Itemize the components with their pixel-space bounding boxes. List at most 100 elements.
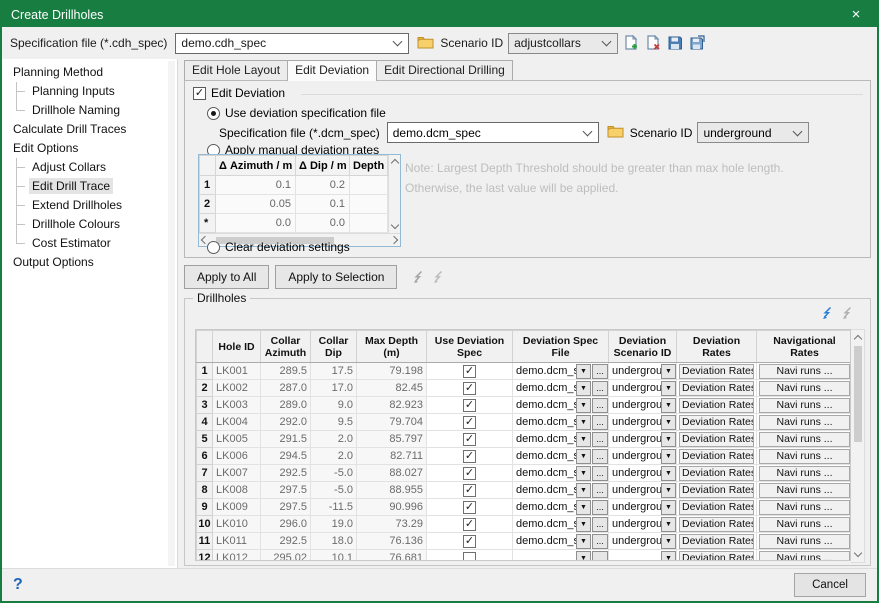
grid-cell-use-deviation-spec[interactable]: ✓ [427, 448, 513, 465]
delete-spec-icon[interactable] [643, 34, 662, 53]
grid-row-number[interactable]: 3 [197, 397, 213, 414]
save-icon[interactable] [665, 34, 684, 53]
grid-checkbox[interactable]: ✓ [463, 433, 476, 446]
navi-runs-button[interactable]: Navi runs ... [759, 364, 850, 379]
lightning-apply-icon[interactable] [411, 270, 425, 284]
scenario-id-combo[interactable]: adjustcollars [508, 33, 618, 54]
deviation-rates-button[interactable]: Deviation Rates... [679, 432, 754, 447]
chevron-down-icon[interactable] [602, 37, 612, 47]
grid-vscrollbar[interactable] [851, 329, 865, 563]
browse-button[interactable]: ... [592, 381, 608, 396]
grid-col-header-navigational-rates[interactable]: Navigational Rates [757, 331, 852, 363]
radio-clear-settings[interactable]: Clear deviation settings [207, 240, 350, 254]
grid-cell-use-deviation-spec[interactable]: ✓ [427, 516, 513, 533]
browse-button[interactable]: ... [592, 483, 608, 498]
edit-deviation-checkbox-row[interactable]: ✓ Edit Deviation [193, 86, 285, 100]
folder-icon[interactable] [417, 35, 434, 52]
navi-runs-button[interactable]: Navi runs ... [759, 449, 850, 464]
dropdown-arrow-icon[interactable]: ▼ [576, 449, 591, 464]
dropdown-arrow-icon[interactable]: ▼ [576, 466, 591, 481]
deviation-spec-combo[interactable]: demo.dcm_spec [387, 122, 599, 143]
deviation-rates-button[interactable]: Deviation Rates... [679, 415, 754, 430]
chevron-down-icon[interactable] [793, 126, 803, 136]
radio-button[interactable] [207, 241, 220, 254]
grid-checkbox[interactable]: ✓ [463, 484, 476, 497]
grid-checkbox[interactable] [463, 552, 476, 562]
grid-cell-deviation-spec-file[interactable]: demo.dcm_spec▼... [513, 499, 609, 516]
dropdown-arrow-icon[interactable]: ▼ [661, 466, 676, 481]
dropdown-arrow-icon[interactable]: ▼ [661, 364, 676, 379]
dropdown-arrow-icon[interactable]: ▼ [661, 449, 676, 464]
grid-cell-deviation-scenario-id[interactable]: underground▼ [609, 533, 677, 550]
grid-cell-deviation-spec-file[interactable]: ▼... [513, 550, 609, 562]
scroll-right-icon[interactable] [390, 236, 398, 244]
dropdown-arrow-icon[interactable]: ▼ [661, 432, 676, 447]
new-spec-icon[interactable] [621, 34, 640, 53]
row-header-cell[interactable]: 1 [200, 176, 216, 195]
row-header-cell[interactable]: * [200, 214, 216, 233]
deviation-rates-button[interactable]: Deviation Rates... [679, 466, 754, 481]
grid-cell-use-deviation-spec[interactable]: ✓ [427, 431, 513, 448]
grid-cell-deviation-scenario-id[interactable]: underground▼ [609, 482, 677, 499]
manual-value-cell[interactable]: 0.1 [296, 195, 350, 214]
grid-row-number[interactable]: 6 [197, 448, 213, 465]
dropdown-arrow-icon[interactable]: ▼ [661, 534, 676, 549]
grid-col-header-hole-id[interactable]: Hole ID [213, 331, 261, 363]
lightning-apply-icon[interactable] [820, 306, 834, 320]
radio-button[interactable] [207, 107, 220, 120]
deviation-rates-button[interactable]: Deviation Rates... [679, 483, 754, 498]
grid-cell-deviation-scenario-id[interactable]: ▼ [609, 550, 677, 562]
grid-checkbox[interactable]: ✓ [463, 467, 476, 480]
browse-button[interactable]: ... [592, 500, 608, 515]
sidebar-item-cost-estimator[interactable]: Cost Estimator [2, 234, 177, 253]
manual-value-cell[interactable]: 0.05 [216, 195, 296, 214]
grid-col-header-max-depth-m-[interactable]: Max Depth (m) [357, 331, 427, 363]
grid-checkbox[interactable]: ✓ [463, 450, 476, 463]
manual-value-cell[interactable]: 0.2 [296, 176, 350, 195]
deviation-rates-button[interactable]: Deviation Rates... [679, 551, 754, 562]
save-as-icon[interactable] [687, 34, 706, 53]
dropdown-arrow-icon[interactable]: ▼ [661, 551, 676, 562]
grid-cell-deviation-scenario-id[interactable]: underground▼ [609, 431, 677, 448]
dropdown-arrow-icon[interactable]: ▼ [661, 517, 676, 532]
grid-cell-deviation-spec-file[interactable]: demo.dcm_spec▼... [513, 516, 609, 533]
navi-runs-button[interactable]: Navi runs ... [759, 381, 850, 396]
grid-row-number[interactable]: 12 [197, 550, 213, 562]
grid-col-header-deviation-rates[interactable]: Deviation Rates [677, 331, 757, 363]
browse-button[interactable]: ... [592, 364, 608, 379]
grid-row-number[interactable]: 5 [197, 431, 213, 448]
grid-col-header-deviation-spec-file[interactable]: Deviation Spec File [513, 331, 609, 363]
tab-edit-hole-layout[interactable]: Edit Hole Layout [184, 60, 288, 80]
sidebar-item-planning-inputs[interactable]: Planning Inputs [2, 82, 177, 101]
close-icon[interactable]: × [835, 2, 877, 27]
dropdown-arrow-icon[interactable]: ▼ [576, 500, 591, 515]
grid-checkbox[interactable]: ✓ [463, 518, 476, 531]
dropdown-arrow-icon[interactable]: ▼ [661, 381, 676, 396]
grid-row-number[interactable]: 9 [197, 499, 213, 516]
dropdown-arrow-icon[interactable]: ▼ [661, 398, 676, 413]
manual-table-vscrollbar[interactable] [388, 155, 400, 233]
grid-cell-deviation-scenario-id[interactable]: underground▼ [609, 414, 677, 431]
sidebar-item-drillhole-colours[interactable]: Drillhole Colours [2, 215, 177, 234]
grid-col-header-collar-dip[interactable]: Collar Dip [311, 331, 357, 363]
deviation-rates-button[interactable]: Deviation Rates... [679, 534, 754, 549]
grid-checkbox[interactable]: ✓ [463, 399, 476, 412]
browse-button[interactable]: ... [592, 517, 608, 532]
dropdown-arrow-icon[interactable]: ▼ [576, 534, 591, 549]
dropdown-arrow-icon[interactable]: ▼ [661, 483, 676, 498]
sidebar-item-edit-options[interactable]: Edit Options [2, 139, 177, 158]
tab-edit-directional-drilling[interactable]: Edit Directional Drilling [376, 60, 513, 80]
browse-button[interactable]: ... [592, 466, 608, 481]
grid-cell-deviation-scenario-id[interactable]: underground▼ [609, 465, 677, 482]
sidebar-item-output-options[interactable]: Output Options [2, 253, 177, 272]
navi-runs-button[interactable]: Navi runs ... [759, 466, 850, 481]
sidebar-item-adjust-collars[interactable]: Adjust Collars [2, 158, 177, 177]
dropdown-arrow-icon[interactable]: ▼ [661, 500, 676, 515]
grid-cell-deviation-spec-file[interactable]: demo.dcm_spec▼... [513, 363, 609, 380]
manual-value-cell[interactable] [350, 214, 388, 233]
edit-deviation-checkbox[interactable]: ✓ [193, 87, 206, 100]
lightning-clear-icon[interactable] [431, 270, 445, 284]
deviation-rates-button[interactable]: Deviation Rates... [679, 398, 754, 413]
grid-col-header-use-deviation-spec[interactable]: Use Deviation Spec [427, 331, 513, 363]
dropdown-arrow-icon[interactable]: ▼ [576, 483, 591, 498]
